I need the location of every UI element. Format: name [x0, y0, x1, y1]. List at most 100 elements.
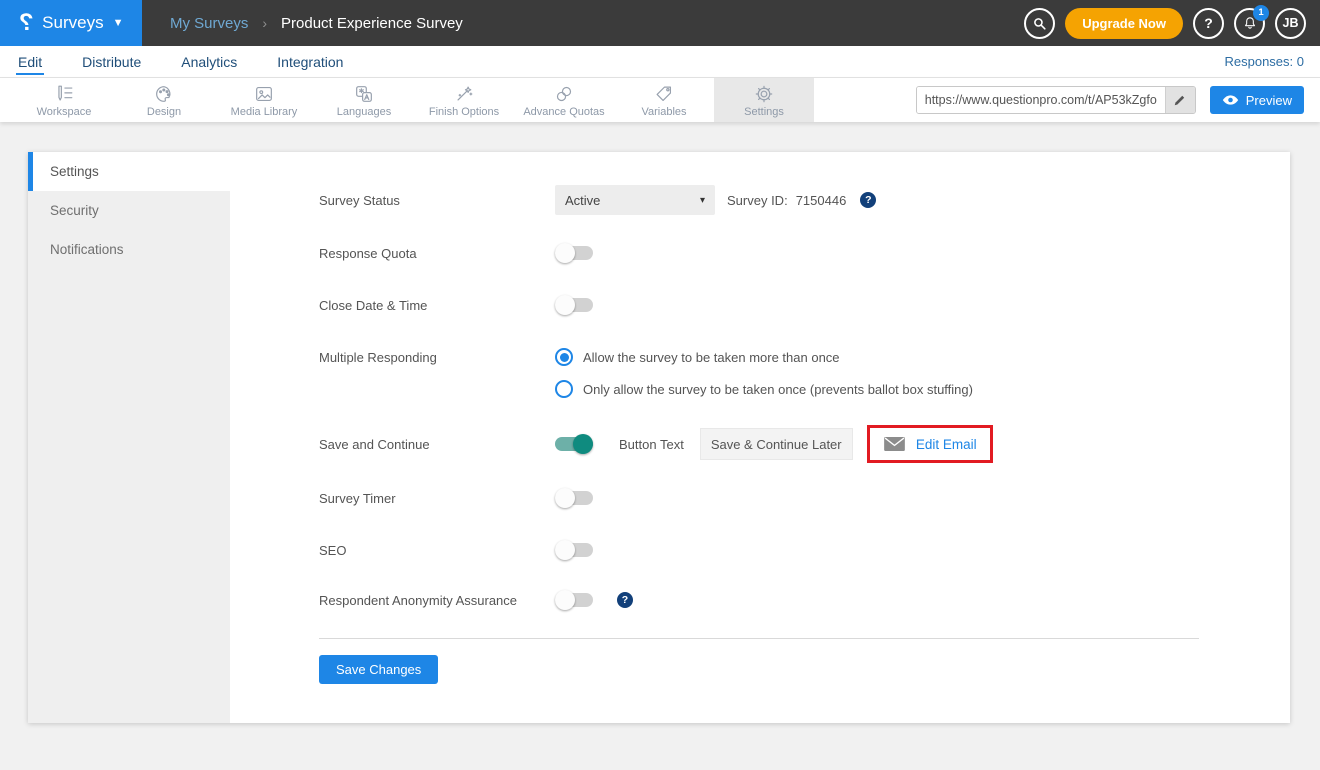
- questionpro-logo-icon: ?: [19, 11, 34, 35]
- toolbar-tab-variables[interactable]: Variables: [614, 78, 714, 122]
- page-background: Settings Security Notifications Survey S…: [0, 122, 1320, 770]
- toolbar-tab-label: Settings: [744, 106, 784, 118]
- close-date-row: Close Date & Time: [319, 290, 1290, 320]
- question-mark-icon: ?: [1204, 15, 1213, 31]
- toggle-knob: [573, 434, 593, 454]
- toolbar-tab-settings[interactable]: Settings: [714, 78, 814, 122]
- settings-sidebar: Settings Security Notifications: [28, 152, 230, 723]
- preview-button[interactable]: Preview: [1210, 86, 1304, 114]
- toolbar-tab-label: Languages: [337, 106, 391, 118]
- respondent-anonymity-toggle[interactable]: [555, 593, 593, 607]
- toolbar-tab-label: Finish Options: [429, 106, 499, 118]
- tag-icon: [653, 83, 675, 105]
- seo-toggle[interactable]: [555, 543, 593, 557]
- design-palette-icon: [153, 83, 175, 105]
- multiple-responding-label: Multiple Responding: [319, 342, 555, 365]
- toggle-knob: [555, 243, 575, 263]
- edit-url-button[interactable]: [1165, 87, 1195, 113]
- app-menu-label: Surveys: [42, 13, 103, 33]
- save-changes-button[interactable]: Save Changes: [319, 655, 438, 684]
- sidebar-item-label: Notifications: [50, 242, 124, 257]
- toolbar-tab-workspace[interactable]: Workspace: [14, 78, 114, 122]
- toggle-knob: [555, 295, 575, 315]
- save-and-continue-toggle[interactable]: [555, 437, 593, 451]
- sidebar-item-settings[interactable]: Settings: [28, 152, 230, 191]
- toolbar-tab-media-library[interactable]: Media Library: [214, 78, 314, 122]
- toolbar-tab-label: Variables: [641, 106, 686, 118]
- translate-icon: [353, 83, 375, 105]
- toolbar-tab-languages[interactable]: Languages: [314, 78, 414, 122]
- form-divider: [319, 638, 1199, 639]
- breadcrumb-separator-icon: ›: [262, 15, 267, 31]
- survey-status-row: Survey Status Active ▾ Survey ID: 715044…: [319, 185, 1290, 215]
- tab-analytics[interactable]: Analytics: [179, 49, 239, 75]
- survey-id-value: 7150446: [796, 193, 847, 208]
- breadcrumb: My Surveys › Product Experience Survey: [170, 15, 463, 32]
- toolbar-tab-label: Workspace: [37, 106, 92, 118]
- close-date-toggle[interactable]: [555, 298, 593, 312]
- survey-status-value: Active: [565, 193, 600, 208]
- close-date-label: Close Date & Time: [319, 298, 555, 313]
- toolbar-tab-advance-quotas[interactable]: Advance Quotas: [514, 78, 614, 122]
- toolbar-tab-finish-options[interactable]: Finish Options: [414, 78, 514, 122]
- seo-row: SEO: [319, 535, 1290, 565]
- sidebar-item-security[interactable]: Security: [28, 191, 230, 230]
- tab-distribute[interactable]: Distribute: [80, 49, 143, 75]
- radio-label: Allow the survey to be taken more than o…: [583, 350, 840, 365]
- settings-form: Survey Status Active ▾ Survey ID: 715044…: [230, 152, 1290, 723]
- search-button[interactable]: [1024, 8, 1055, 39]
- seo-label: SEO: [319, 543, 555, 558]
- chain-link-icon: [553, 83, 575, 105]
- responses-count: Responses: 0: [1225, 54, 1305, 69]
- survey-url-input[interactable]: [917, 87, 1165, 113]
- radio-label: Only allow the survey to be taken once (…: [583, 382, 973, 397]
- toolbar-tab-design[interactable]: Design: [114, 78, 214, 122]
- survey-id-label: Survey ID:: [727, 193, 788, 208]
- workspace-icon: [53, 83, 75, 105]
- toolbar-tab-label: Design: [147, 106, 181, 118]
- avatar-initials: JB: [1283, 16, 1299, 30]
- response-quota-toggle[interactable]: [555, 246, 593, 260]
- edit-email-link[interactable]: Edit Email: [916, 437, 977, 452]
- topbar-actions: Upgrade Now ? 1 JB: [1024, 8, 1320, 39]
- notification-count-badge: 1: [1253, 5, 1269, 21]
- breadcrumb-current: Product Experience Survey: [281, 15, 463, 32]
- survey-status-label: Survey Status: [319, 193, 555, 208]
- radio-button[interactable]: [555, 380, 573, 398]
- respondent-anonymity-label: Respondent Anonymity Assurance: [319, 593, 555, 608]
- sidebar-item-notifications[interactable]: Notifications: [28, 230, 230, 269]
- upgrade-now-button[interactable]: Upgrade Now: [1065, 8, 1183, 39]
- user-avatar[interactable]: JB: [1275, 8, 1306, 39]
- response-quota-label: Response Quota: [319, 246, 555, 261]
- survey-status-select[interactable]: Active ▾: [555, 185, 715, 215]
- gear-icon: [753, 83, 775, 105]
- app-menu[interactable]: ? Surveys ▼: [0, 0, 142, 46]
- survey-id-help-icon[interactable]: ?: [860, 192, 876, 208]
- respondent-anonymity-help-icon[interactable]: ?: [617, 592, 633, 608]
- save-and-continue-label: Save and Continue: [319, 437, 555, 452]
- radio-option-only-once: Only allow the survey to be taken once (…: [555, 374, 1290, 404]
- edit-toolbar: Workspace Design Media Library Languages…: [0, 78, 1320, 122]
- tab-integration[interactable]: Integration: [275, 49, 345, 75]
- chevron-down-icon: ▼: [113, 17, 124, 29]
- sidebar-item-label: Security: [50, 203, 99, 218]
- respondent-anonymity-row: Respondent Anonymity Assurance ?: [319, 585, 1290, 615]
- save-and-continue-row: Save and Continue Button Text Edit Email: [319, 425, 1290, 463]
- notifications-button[interactable]: 1: [1234, 8, 1265, 39]
- button-text-input[interactable]: [700, 428, 853, 460]
- survey-timer-toggle[interactable]: [555, 491, 593, 505]
- image-icon: [253, 83, 275, 105]
- radio-option-allow-multiple: Allow the survey to be taken more than o…: [555, 342, 1290, 372]
- tab-edit[interactable]: Edit: [16, 49, 44, 75]
- search-icon: [1031, 15, 1048, 32]
- radio-button[interactable]: [555, 348, 573, 366]
- help-button[interactable]: ?: [1193, 8, 1224, 39]
- toggle-knob: [555, 590, 575, 610]
- response-quota-row: Response Quota: [319, 238, 1290, 268]
- preview-label: Preview: [1246, 93, 1292, 108]
- toggle-knob: [555, 488, 575, 508]
- toolbar-right: Preview: [916, 78, 1320, 122]
- breadcrumb-parent[interactable]: My Surveys: [170, 15, 248, 32]
- survey-timer-label: Survey Timer: [319, 491, 555, 506]
- button-text-label: Button Text: [619, 437, 684, 452]
